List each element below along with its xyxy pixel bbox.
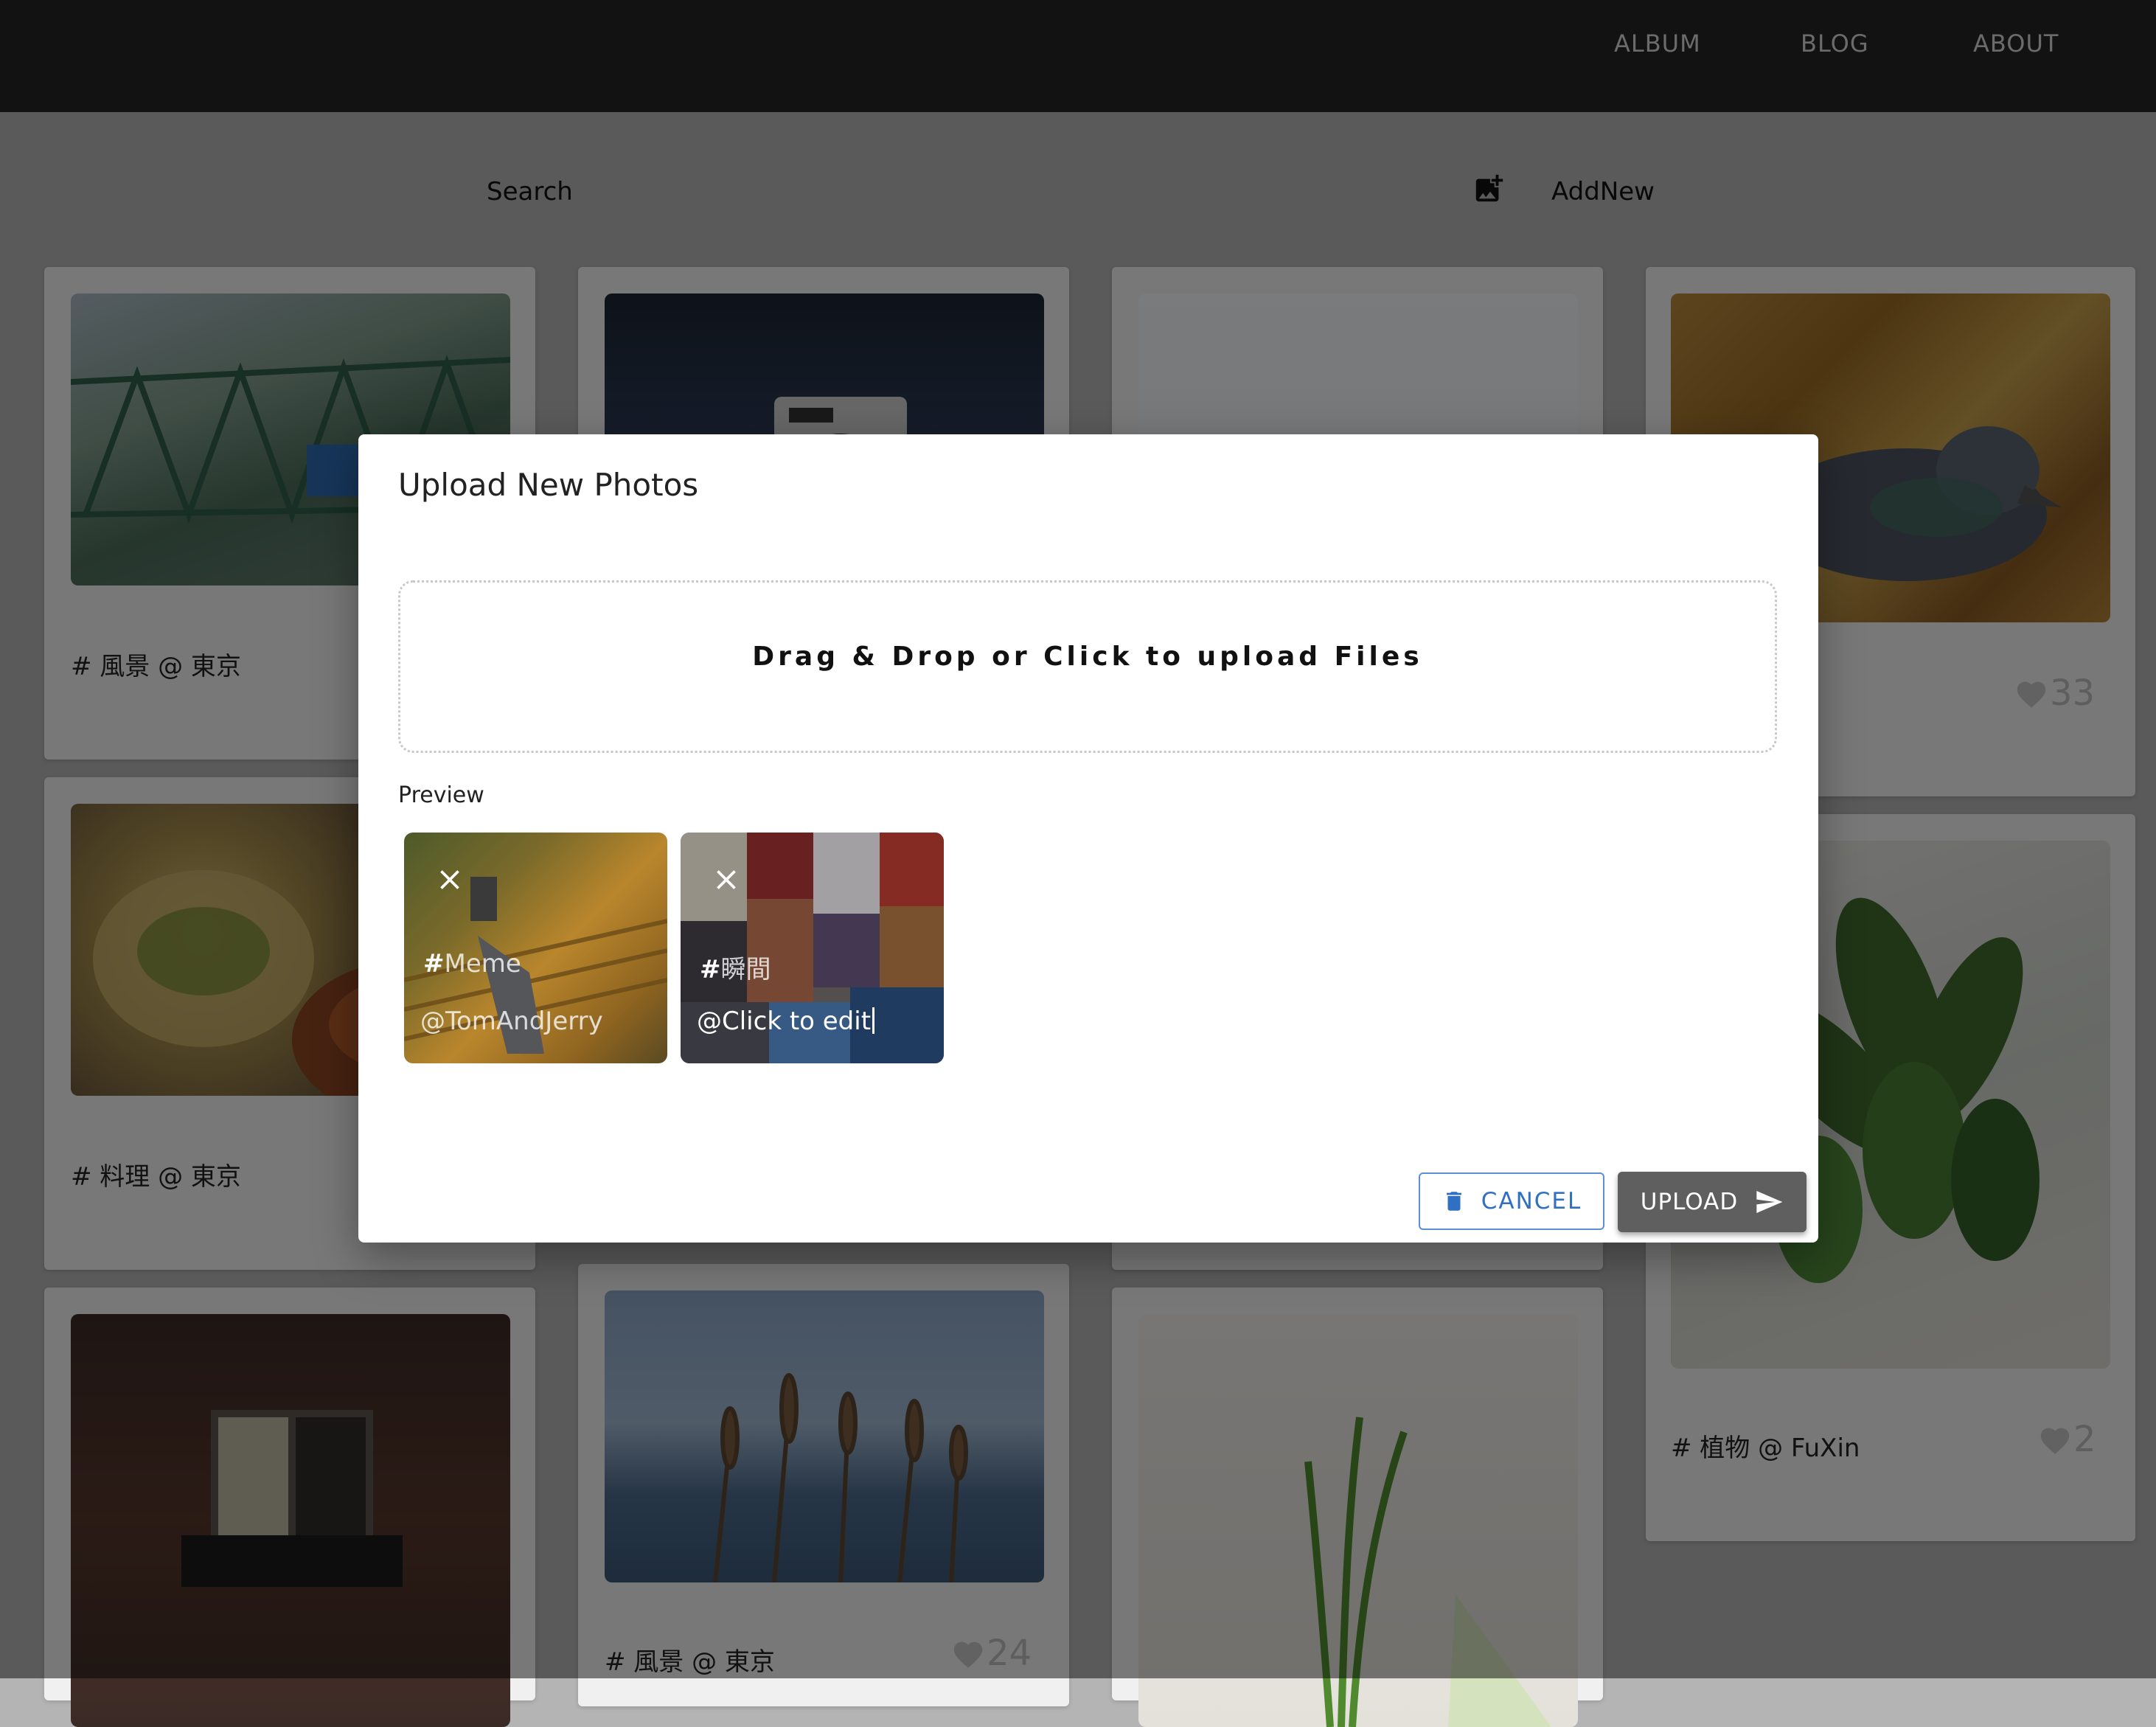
preview-location-field[interactable]: @TomAndJerry — [420, 1007, 603, 1036]
preview-tag-field[interactable]: #Meme — [423, 949, 521, 979]
upload-label: UPLOAD — [1640, 1189, 1739, 1215]
preview-tag-field[interactable]: #瞬間 — [700, 949, 771, 985]
upload-button[interactable]: UPLOAD — [1618, 1172, 1806, 1232]
remove-preview-icon[interactable] — [710, 864, 743, 896]
preview-location-text: @Click to edit — [697, 1007, 872, 1036]
dialog-title: Upload New Photos — [398, 467, 699, 503]
preview-tag-text: Meme — [444, 949, 521, 979]
preview-tag-text: 瞬間 — [720, 955, 771, 984]
trash-icon — [1446, 1192, 1461, 1211]
cancel-button[interactable]: CANCEL — [1419, 1172, 1604, 1230]
preview-label: Preview — [398, 782, 484, 808]
upload-dialog: Upload New Photos Drag & Drop or Click t… — [358, 434, 1818, 1243]
text-cursor — [872, 1007, 875, 1034]
cancel-label: CANCEL — [1481, 1188, 1582, 1215]
send-icon — [1756, 1191, 1783, 1213]
preview-thumbnail: #Meme @TomAndJerry — [404, 833, 667, 1063]
hash-symbol: # — [423, 949, 445, 979]
remove-preview-icon[interactable] — [434, 864, 466, 896]
dropzone-text: Drag & Drop or Click to upload Files — [752, 642, 1423, 672]
upload-dropzone[interactable]: Drag & Drop or Click to upload Files — [398, 580, 1777, 753]
hash-symbol: # — [700, 955, 721, 984]
preview-location-input[interactable]: @Click to edit — [697, 1007, 875, 1036]
preview-thumbnail: #瞬間 @Click to edit — [681, 833, 944, 1063]
